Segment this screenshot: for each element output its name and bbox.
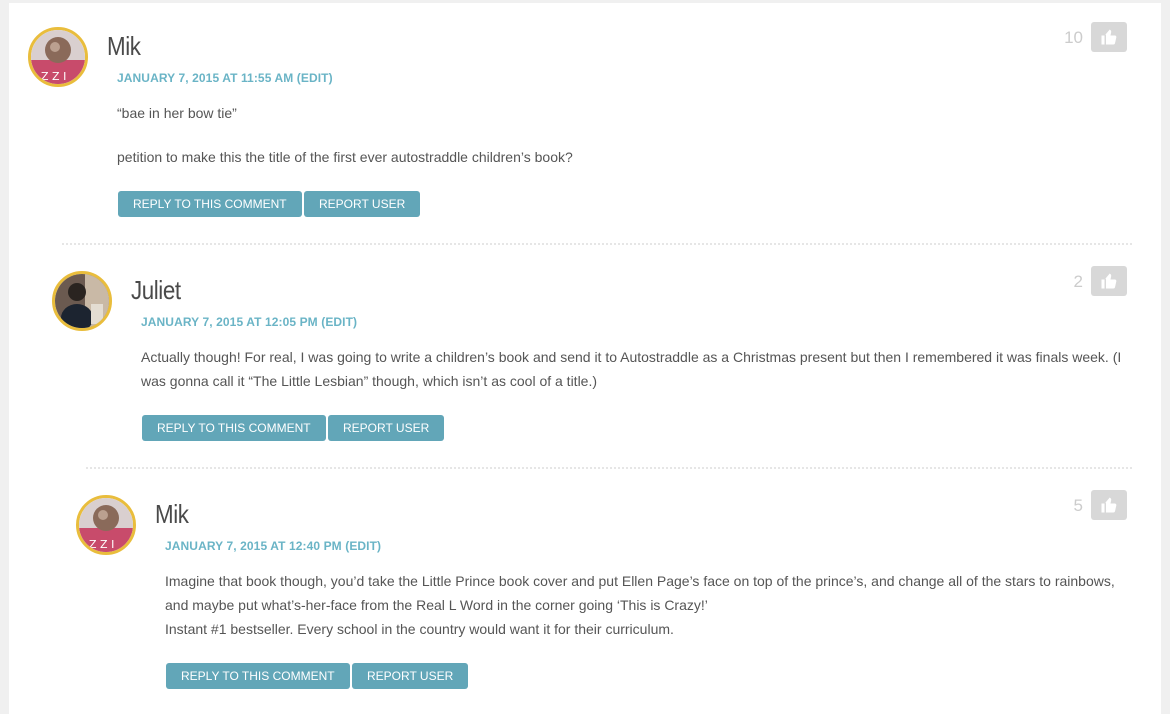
comment-paragraph: petition to make this the title of the f… (117, 149, 573, 165)
like-count: 5 (1073, 496, 1083, 515)
like-button[interactable] (1091, 22, 1127, 52)
comments-panel: Z Z I Mik JANUARY 7, 2015 AT 11:55 AM (E… (9, 3, 1161, 714)
thumbs-up-icon (1101, 497, 1117, 513)
edit-link[interactable]: (EDIT) (321, 315, 357, 329)
report-user-button[interactable]: REPORT USER (328, 415, 445, 441)
avatar[interactable]: Z Z I (76, 495, 136, 555)
comment-meta: JANUARY 7, 2015 AT 12:05 PM (EDIT) (141, 315, 357, 329)
avatar[interactable] (52, 271, 112, 331)
thumbs-up-icon (1101, 273, 1117, 289)
comment-meta: JANUARY 7, 2015 AT 12:40 PM (EDIT) (165, 539, 381, 553)
svg-text:Z Z I: Z Z I (89, 538, 114, 551)
comment-author[interactable]: Mik (107, 31, 141, 62)
comment-paragraph: Actually though! For real, I was going t… (141, 349, 1122, 389)
comment-timestamp[interactable]: JANUARY 7, 2015 AT 11:55 AM (117, 71, 293, 85)
comment-timestamp[interactable]: JANUARY 7, 2015 AT 12:05 PM (141, 315, 318, 329)
avatar-image (55, 274, 109, 328)
report-user-button[interactable]: REPORT USER (352, 663, 469, 689)
comment-paragraph: Imagine that book though, you’d take the… (165, 573, 1115, 613)
comment-divider (62, 243, 1132, 245)
edit-link[interactable]: (EDIT) (297, 71, 333, 85)
comment-author[interactable]: Juliet (131, 275, 181, 306)
edit-link[interactable]: (EDIT) (345, 539, 381, 553)
avatar[interactable]: Z Z I (28, 27, 88, 87)
comment-author[interactable]: Mik (155, 499, 189, 530)
reply-button[interactable]: REPLY TO THIS COMMENT (118, 191, 302, 217)
comment-paragraph: “bae in her bow tie” (117, 105, 237, 121)
like-button[interactable] (1091, 490, 1127, 520)
comment-timestamp[interactable]: JANUARY 7, 2015 AT 12:40 PM (165, 539, 342, 553)
reply-button[interactable]: REPLY TO THIS COMMENT (166, 663, 350, 689)
like-button[interactable] (1091, 266, 1127, 296)
comment-meta: JANUARY 7, 2015 AT 11:55 AM (EDIT) (117, 71, 333, 85)
avatar-image: Z Z I (79, 498, 133, 552)
thumbs-up-icon (1101, 29, 1117, 45)
comment-divider (86, 467, 1132, 469)
comment-paragraph: Instant #1 bestseller. Every school in t… (165, 621, 674, 637)
like-count: 10 (1064, 28, 1083, 47)
like-count: 2 (1073, 272, 1083, 291)
avatar-image: Z Z I (31, 30, 85, 84)
reply-button[interactable]: REPLY TO THIS COMMENT (142, 415, 326, 441)
svg-text:Z Z I: Z Z I (41, 70, 66, 83)
report-user-button[interactable]: REPORT USER (304, 191, 421, 217)
